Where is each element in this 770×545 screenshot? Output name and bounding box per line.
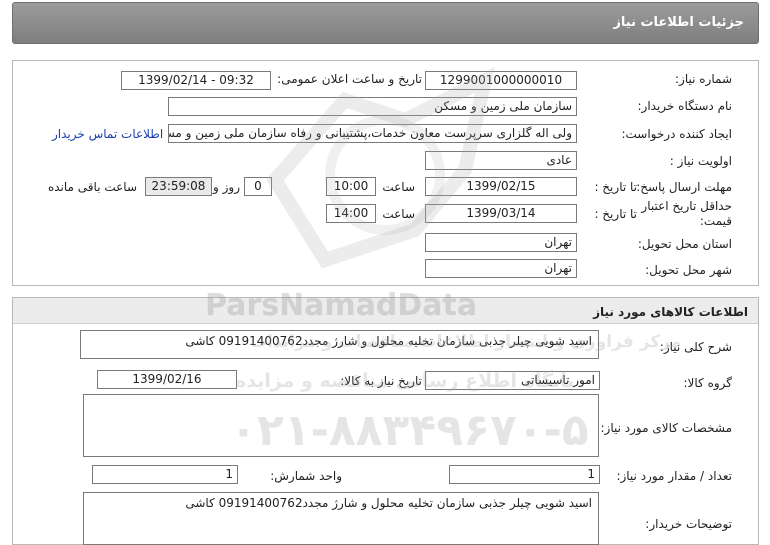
page-title: جزئیات اطلاعات نیاز [613,15,744,30]
goods-group-field[interactable]: امور تاسیساتی [425,371,600,390]
need-number-field[interactable]: 1299001000000010 [425,71,577,90]
request-creator-field[interactable]: ولی اله گلزاری سرپرست معاون خدمات،پشتیبا… [168,124,577,143]
request-creator-label: ایجاد کننده درخواست: [621,127,732,141]
remaining-time-label: ساعت باقی مانده [47,180,137,194]
priority-label: اولویت نیاز : [669,154,732,168]
quantity-label: تعداد / مقدار مورد نیاز: [616,469,732,483]
need-date-field[interactable]: 1399/02/16 [97,370,237,389]
buyer-notes-field[interactable]: اسید شویی چیلر جذبی سازمان تخلیه محلول و… [83,492,599,545]
buyer-notes-label: توضیحات خریدار: [645,517,732,531]
remaining-days-field[interactable]: 0 [244,177,272,196]
validity-date-field[interactable]: 1399/03/14 [425,204,577,223]
announce-datetime-field[interactable]: 1399/02/14 - 09:32 [121,71,271,90]
validity-time-label: ساعت [382,207,415,221]
deadline-date-field[interactable]: 1399/02/15 [425,177,577,196]
priority-field[interactable]: عادی [425,151,577,170]
announce-datetime-label: تاریخ و ساعت اعلان عمومی: [277,72,422,86]
delivery-city-field[interactable]: تهران [425,259,577,278]
unit-field[interactable]: 1 [92,465,238,484]
goods-specs-label: مشخصات کالای مورد نیاز: [600,421,732,435]
goods-specs-field[interactable] [83,394,599,457]
unit-label: واحد شمارش: [270,469,342,483]
general-desc-label: شرح کلی نیاز: [659,340,732,354]
deadline-label: مهلت ارسال پاسخ: [636,180,732,194]
delivery-province-field[interactable]: تهران [425,233,577,252]
deadline-time-field[interactable]: 10:00 [326,177,376,196]
need-info-panel [12,60,759,286]
need-number-label: شماره نیاز: [675,72,732,86]
goods-section-title: اطلاعات کالاهای مورد نیاز [593,305,748,319]
delivery-city-label: شهر محل تحویل: [645,263,732,277]
quantity-field[interactable]: 1 [449,465,600,484]
validity-time-field[interactable]: 14:00 [326,204,376,223]
page-header: جزئیات اطلاعات نیاز [12,2,759,44]
validity-to-date-label: تا تاریخ : [594,207,637,221]
goods-group-label: گروه کالا: [683,376,733,390]
remaining-time-field: 23:59:08 [145,177,212,196]
buyer-contact-link[interactable]: اطلاعات تماس خریدار [52,127,163,141]
buyer-org-field[interactable]: سازمان ملی زمین و مسکن [168,97,577,116]
delivery-province-label: استان محل تحویل: [637,237,732,251]
days-label: روز و [213,180,240,194]
buyer-org-label: نام دستگاه خریدار: [637,99,733,113]
need-date-label: تاریخ نیاز به کالا: [340,374,422,388]
deadline-time-label: ساعت [382,180,415,194]
general-desc-field[interactable]: اسید شویی چیلر جذبی سازمان تخلیه محلول و… [80,330,599,359]
deadline-to-date-label: تا تاریخ : [594,180,637,194]
